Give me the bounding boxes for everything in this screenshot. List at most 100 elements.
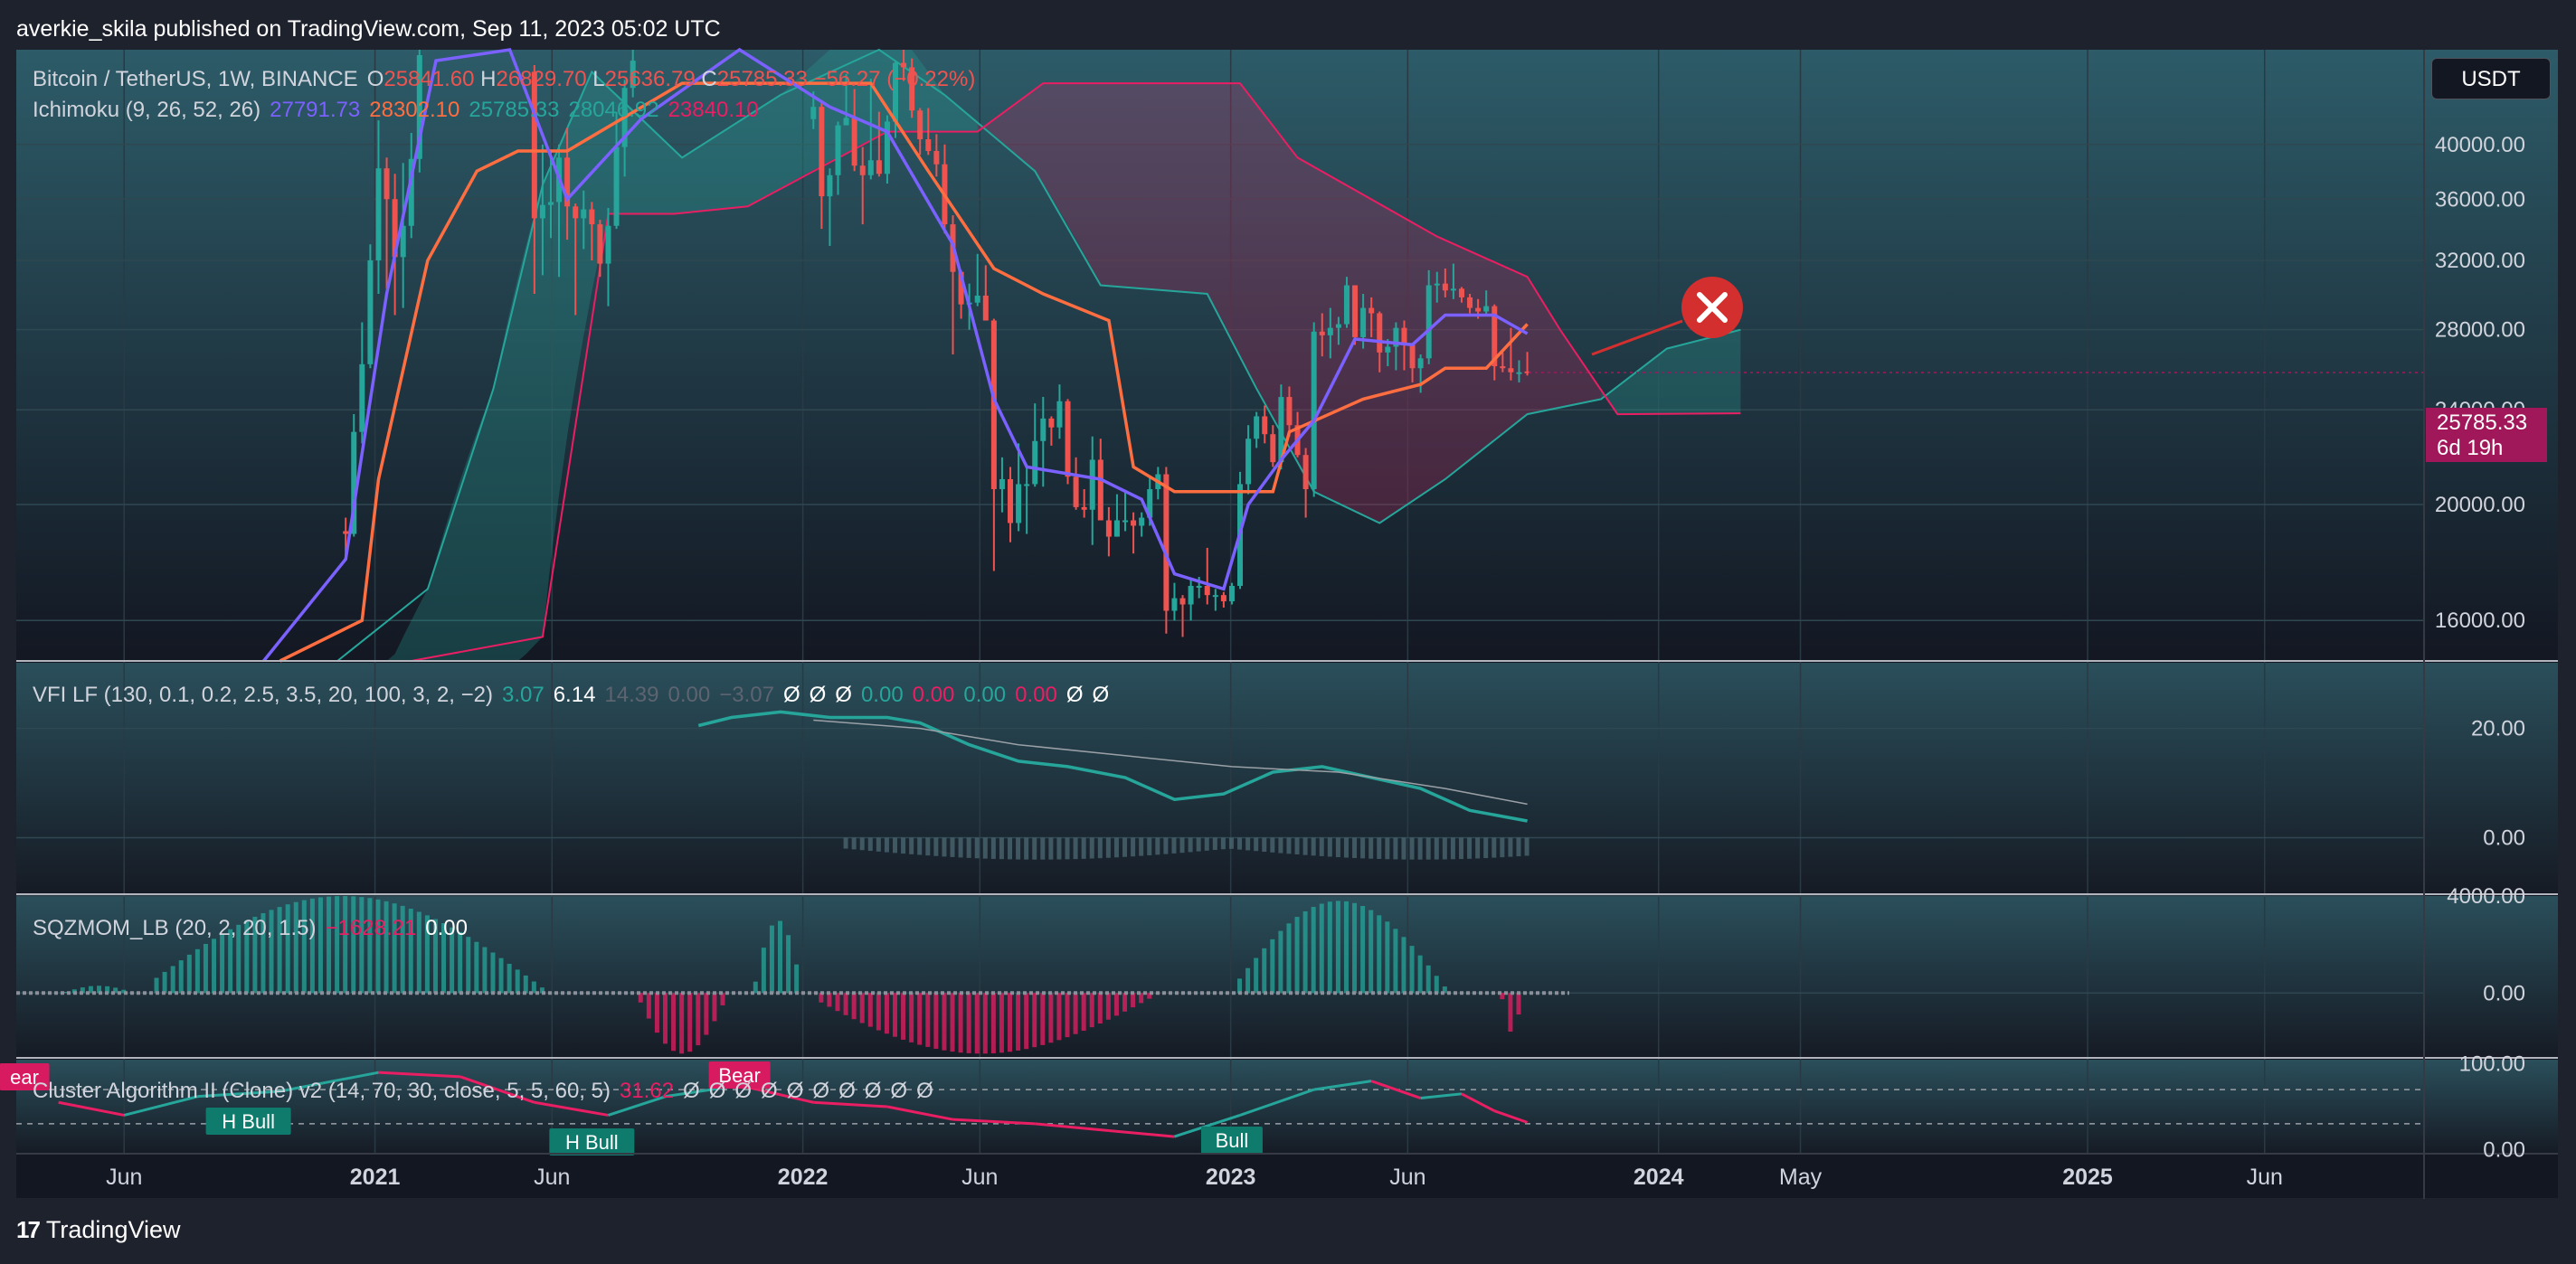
sqz-bar [950, 993, 955, 1052]
sqz-tick-label: 4000.00 [2447, 884, 2525, 909]
sqz-bar [876, 993, 881, 1031]
sqz-bar [712, 993, 717, 1022]
sqz-bar [662, 993, 668, 1044]
sqz-bar [1335, 901, 1340, 994]
price-tick-label: 16000.00 [2435, 608, 2525, 633]
vfi-ema-value: 6.14 [553, 683, 596, 707]
vfi-histogram-bar [1475, 837, 1481, 859]
candle-body [917, 110, 923, 140]
candle-body [1450, 288, 1456, 291]
signal-label: Bull [1216, 1129, 1249, 1152]
vfi-histogram-bar [917, 837, 923, 855]
time-tick-label: Jun [106, 1165, 142, 1190]
candle-body [1311, 331, 1317, 490]
candle-body [1008, 478, 1014, 524]
candle-body [1270, 434, 1276, 463]
vfi-histogram-bar [1024, 837, 1029, 860]
signal-label: H Bull [222, 1110, 275, 1133]
candle-body [1409, 344, 1416, 369]
sqz-bar [1327, 901, 1332, 994]
candle-body [343, 531, 349, 534]
currency-button[interactable]: USDT [2431, 58, 2551, 99]
sqz-bar [794, 964, 800, 994]
candle-body [1113, 520, 1120, 537]
ichimoku-legend[interactable]: Ichimoku (9, 26, 52, 26) 27791.73 28302.… [33, 98, 759, 123]
signal-label: H Bull [565, 1131, 619, 1154]
candle-body [547, 202, 554, 205]
sqz-bar [1417, 955, 1423, 994]
candle-body [1245, 439, 1252, 485]
candle-body [1163, 474, 1170, 611]
sqz-bar [1008, 993, 1013, 1052]
sqz-bar [1368, 910, 1374, 994]
candle-body [613, 146, 620, 226]
vfi-histogram-bar [1155, 837, 1160, 855]
candle-body [1368, 307, 1375, 314]
vfi-histogram-bar [950, 837, 955, 857]
symbol-title: Bitcoin / TetherUS, 1W, BINANCE [33, 67, 358, 91]
candle-body [539, 204, 545, 219]
tradingview-brand: TradingView [45, 1216, 181, 1243]
candle-body [1040, 418, 1046, 441]
sqz-bar [515, 969, 520, 994]
sqz-bar [1516, 993, 1521, 1015]
candle-body [1204, 586, 1210, 596]
vfi-histogram-bar [1278, 837, 1283, 854]
cluster-legend[interactable]: Cluster Algorithm II (Clone) v2 (14, 70,… [33, 1079, 933, 1104]
candle-body [367, 259, 374, 364]
candle-body [1131, 520, 1137, 526]
candle-body [827, 175, 833, 197]
sqz-bar [375, 899, 381, 994]
sqz-bar [490, 952, 496, 994]
cluster-empty: Ø [708, 1079, 726, 1103]
main-legend[interactable]: Bitcoin / TetherUS, 1W, BINANCE O25841.6… [33, 67, 975, 92]
vfi-histogram-bar [958, 837, 963, 858]
vfi-histogram-bar [859, 837, 865, 851]
candle-body [384, 168, 390, 200]
candle-body [1319, 331, 1325, 335]
vfi-v3: 14.39 [604, 683, 659, 707]
sqz-bar [335, 896, 340, 994]
vfi-histogram-bar [1113, 837, 1119, 858]
vfi-histogram-bar [1294, 837, 1300, 854]
cluster-empty: Ø [812, 1079, 830, 1103]
sqz-bar [498, 957, 504, 994]
sqz-bar [1131, 993, 1136, 1008]
tradingview-logo[interactable]: 17 TradingView [16, 1216, 181, 1244]
sqz-bar [679, 993, 685, 1054]
sqz-bar [1278, 930, 1283, 994]
candle-body [1467, 297, 1473, 308]
vfi-legend[interactable]: VFI LF (130, 0.1, 0.2, 2.5, 3.5, 20, 100… [33, 683, 1109, 708]
vfi-histogram-bar [1139, 837, 1144, 856]
candle-body [531, 71, 537, 219]
candle-body [1179, 598, 1186, 605]
vfi-histogram-bar [884, 837, 889, 853]
vfi-histogram-bar [1516, 837, 1521, 857]
vfi-v5: −3.07 [719, 683, 774, 707]
vfi-histogram-bar [974, 837, 980, 859]
sqz-legend[interactable]: SQZMOM_LB (20, 2, 20, 1.5) −1628.21 0.00 [33, 916, 468, 941]
candle-body [1228, 586, 1235, 602]
cluster-empty: Ø [916, 1079, 933, 1103]
vfi-v6: Ø [782, 683, 800, 707]
vfi-histogram-bar [1425, 837, 1431, 860]
vfi-histogram-bar [1302, 837, 1308, 855]
sqz-bar [1377, 915, 1382, 994]
sqz-bar [203, 943, 208, 994]
candle-body [819, 107, 825, 197]
candle-body [810, 107, 817, 119]
sqz-bar [1032, 993, 1037, 1048]
vfi-histogram-bar [1008, 837, 1013, 860]
vfi-histogram-bar [1131, 837, 1136, 857]
chart-canvas[interactable]: earH BullH BullBearBull 40000.0036000.00… [0, 0, 2576, 1264]
candle-body [851, 118, 857, 166]
candle-body [982, 295, 989, 321]
candle-body [359, 363, 365, 432]
sqz-bar [1056, 993, 1062, 1041]
vfi-histogram-bar [1343, 837, 1349, 858]
sqz-bar [1040, 993, 1046, 1045]
sqz-bar [351, 896, 356, 994]
time-tick-label: 2023 [1206, 1165, 1256, 1190]
candle-body [867, 160, 874, 175]
vfi-histogram-bar [1254, 837, 1259, 852]
